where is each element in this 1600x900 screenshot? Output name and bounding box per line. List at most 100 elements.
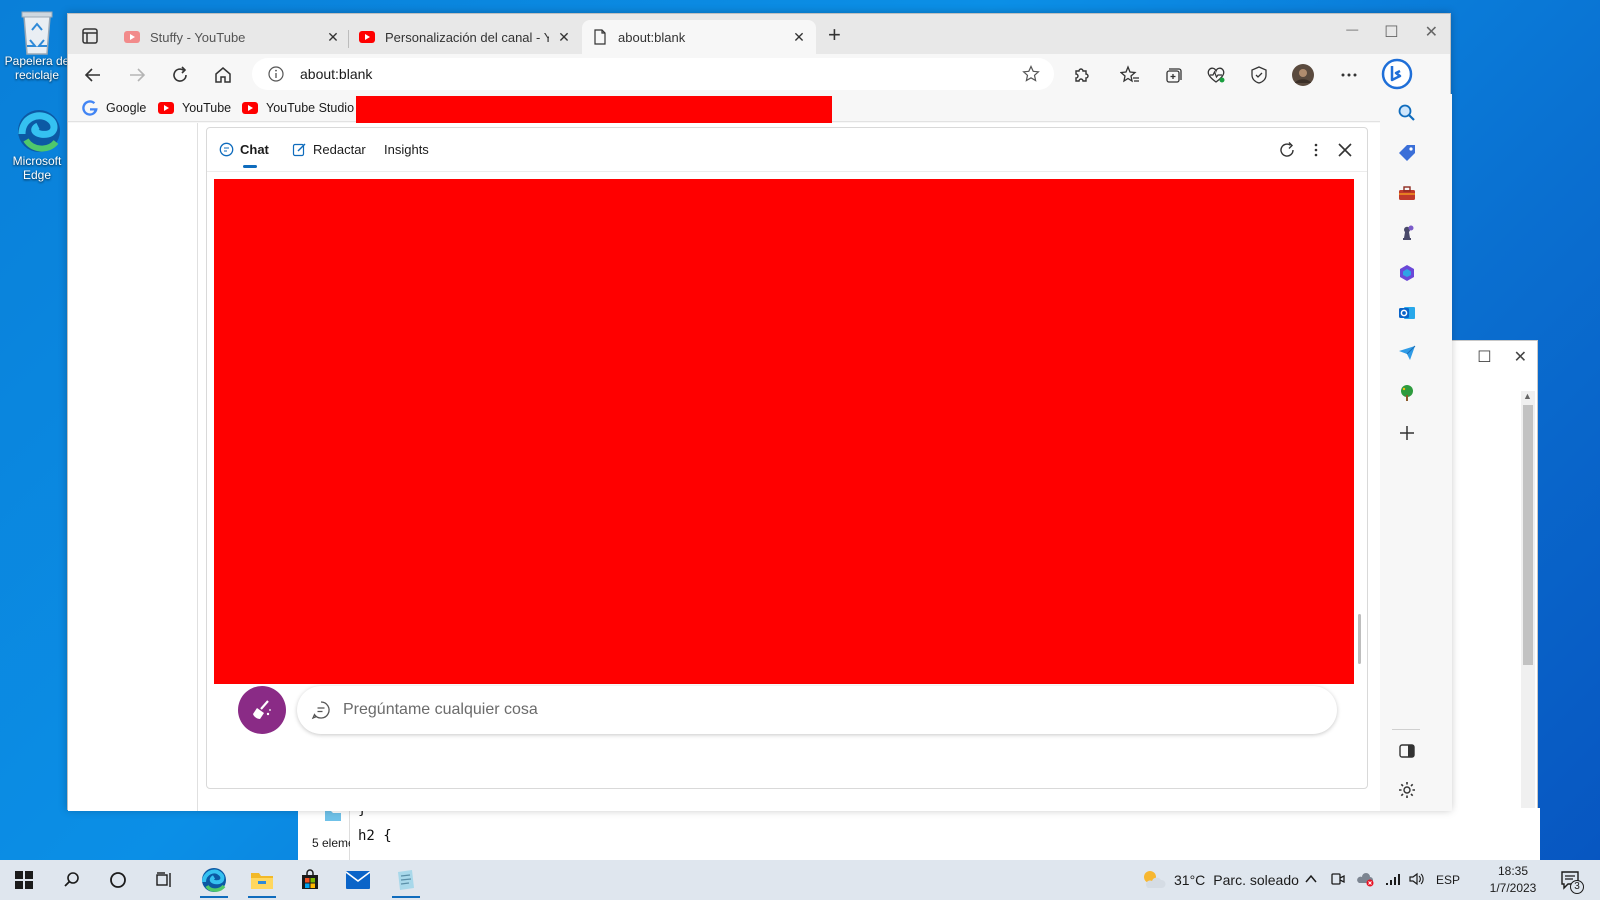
sidebar-settings-button[interactable] (1396, 779, 1418, 801)
extensions-button[interactable] (1069, 62, 1095, 88)
favorites-button[interactable] (1117, 62, 1143, 88)
google-icon (82, 100, 98, 116)
refresh-icon (173, 66, 187, 82)
weather-sun-cloud-icon (1144, 871, 1166, 888)
cortana-icon (110, 872, 126, 888)
clock-time: 18:35 (1497, 864, 1529, 878)
close-panel-button[interactable] (1335, 140, 1355, 160)
favorite-google[interactable]: Google (82, 100, 146, 116)
scroll-thumb[interactable] (1523, 405, 1533, 665)
close-icon[interactable]: ✕ (326, 29, 340, 46)
clock[interactable]: 18:35 1/7/2023 (1480, 863, 1546, 897)
back-button[interactable] (80, 62, 106, 88)
sidebar-games-button[interactable] (1396, 222, 1418, 244)
tab-about-blank[interactable]: about:blank ✕ (582, 20, 816, 54)
more-icon (1341, 73, 1357, 77)
sidebar-shopping-button[interactable] (1396, 142, 1418, 164)
desktop-icon-recycle-bin[interactable]: Papelera de reciclaje (4, 8, 70, 82)
home-button[interactable] (210, 62, 236, 88)
sidebar-outlook-button[interactable] (1396, 302, 1418, 324)
refresh-panel-button[interactable] (1277, 140, 1297, 160)
meet-now-icon[interactable] (1330, 871, 1346, 890)
new-tab-button[interactable]: + (828, 24, 841, 46)
tab-personalizacion-canal[interactable]: Personalización del canal - YouTube ✕ (349, 20, 581, 54)
notification-center-button[interactable]: 3 (1550, 864, 1590, 896)
profile-button[interactable] (1290, 62, 1316, 88)
tab-actions-icon[interactable] (78, 24, 102, 48)
task-view-button[interactable] (144, 864, 184, 896)
taskbar-mail[interactable] (338, 864, 378, 896)
start-button[interactable] (4, 864, 44, 896)
tab-insights[interactable]: Insights (384, 142, 429, 157)
tab-label: about:blank (618, 29, 686, 45)
close-icon[interactable]: ✕ (792, 29, 806, 46)
sidebar-tools-button[interactable] (1396, 182, 1418, 204)
close-window-button[interactable]: ✕ (1425, 22, 1438, 42)
taskbar-edge[interactable] (194, 864, 234, 898)
ask-input-box[interactable] (297, 686, 1337, 734)
close-icon[interactable]: ✕ (557, 29, 571, 46)
scroll-up-icon[interactable]: ▲ (1523, 391, 1532, 401)
tab-chat[interactable]: Chat (219, 142, 269, 168)
code-line: h2 { (358, 828, 392, 844)
tab-label: Insights (384, 142, 429, 157)
puzzle-icon (1075, 68, 1089, 82)
sidebar-hide-button[interactable] (1396, 740, 1418, 762)
sidebar-add-button[interactable] (1396, 422, 1418, 444)
sidebar-search-button[interactable] (1396, 102, 1418, 124)
taskbar-store[interactable] (290, 864, 330, 896)
favorite-youtube-studio[interactable]: YouTube Studio (242, 100, 354, 116)
panel-scrollbar[interactable] (1358, 614, 1361, 664)
info-icon[interactable] (268, 66, 284, 82)
network-icon[interactable] (1384, 871, 1400, 890)
browser-essentials-button[interactable] (1203, 62, 1229, 88)
language-indicator[interactable]: ESP (1436, 873, 1460, 887)
tab-stuffy-youtube[interactable]: Stuffy - YouTube ✕ (114, 20, 350, 54)
address-url[interactable]: about:blank (300, 66, 372, 82)
sidebar-send-button[interactable] (1396, 342, 1418, 364)
weather-widget[interactable]: 31°C Parc. soleado (1140, 860, 1299, 900)
sidebar-office-button[interactable] (1396, 262, 1418, 284)
cortana-button[interactable] (98, 864, 138, 896)
refresh-button[interactable] (167, 62, 193, 88)
youtube-studio-icon (242, 100, 258, 116)
search-button[interactable] (52, 864, 92, 896)
chevron-up-icon[interactable] (1304, 872, 1318, 889)
collections-button[interactable] (1160, 62, 1186, 88)
toolbar: about:blank (68, 54, 1450, 94)
desktop-icon-label: Papelera de reciclaje (4, 54, 70, 82)
sidebar-tree-button[interactable] (1396, 382, 1418, 404)
ask-input[interactable] (343, 698, 1303, 722)
task-view-icon (156, 872, 171, 887)
more-options-button[interactable] (1336, 62, 1362, 88)
panel-more-button[interactable] (1306, 140, 1326, 160)
maximize-icon[interactable]: ☐ (1477, 347, 1491, 367)
tab-redactar[interactable]: Redactar (292, 142, 366, 157)
sidebar-toggle-icon (1399, 744, 1415, 758)
favorite-youtube[interactable]: YouTube (158, 100, 231, 116)
tab-label: Chat (240, 142, 269, 157)
gear-icon (1399, 782, 1415, 798)
favorite-star-icon[interactable] (1022, 65, 1040, 83)
page-left-strip (68, 123, 198, 811)
maximize-button[interactable]: ☐ (1384, 22, 1398, 42)
address-bar[interactable]: about:blank (252, 58, 1054, 90)
new-topic-button[interactable] (238, 686, 286, 734)
volume-icon[interactable] (1408, 871, 1424, 890)
close-icon[interactable]: ✕ (1514, 347, 1527, 367)
taskbar-notepadpp[interactable] (386, 864, 426, 898)
scrollbar[interactable]: ▲ (1521, 391, 1535, 861)
home-icon (215, 67, 231, 83)
desktop-icon-edge[interactable]: Microsoft Edge (4, 108, 70, 182)
forward-arrow-icon (130, 68, 146, 82)
heart-pulse-icon (1207, 67, 1225, 83)
performance-button[interactable] (1246, 62, 1272, 88)
bing-chat-button[interactable] (1381, 58, 1413, 90)
onedrive-icon[interactable] (1356, 871, 1374, 890)
taskbar-file-explorer[interactable] (242, 864, 282, 898)
shield-icon (1251, 66, 1267, 84)
toolbox-icon (1399, 186, 1415, 200)
page-icon (592, 29, 608, 45)
minimize-button[interactable]: — (1346, 22, 1358, 42)
forward-button[interactable] (124, 62, 150, 88)
